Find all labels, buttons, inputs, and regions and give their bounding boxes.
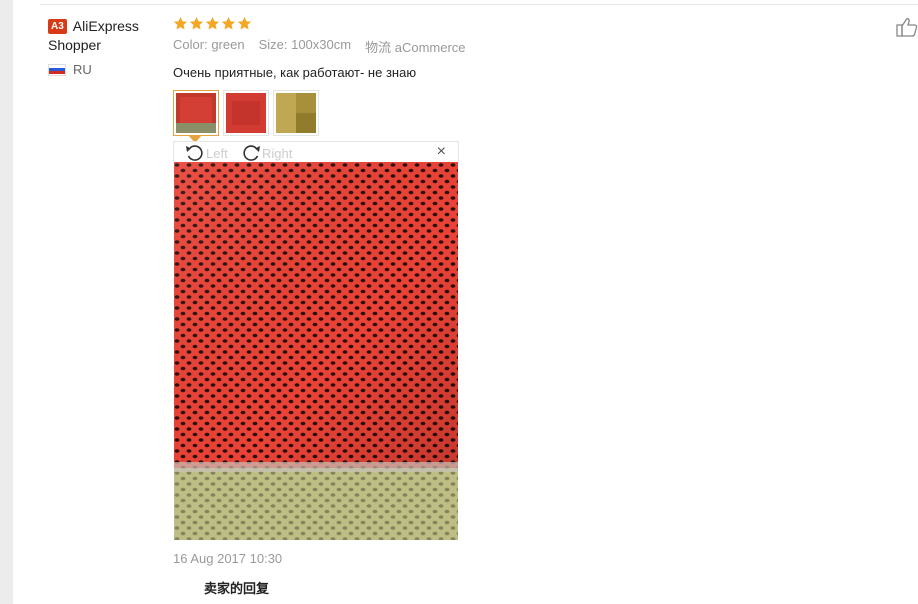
thumbnail-image bbox=[226, 93, 266, 133]
rotate-left-button[interactable]: Left bbox=[184, 143, 228, 163]
thumbnail-image bbox=[276, 93, 316, 133]
star-icon bbox=[221, 16, 236, 30]
image-viewer-toolbar: Left Right × bbox=[173, 141, 459, 162]
photo-thumbnails bbox=[173, 90, 319, 143]
reviewer-name-row: A3 AliExpress Shopper bbox=[48, 17, 168, 55]
rotate-left-label: Left bbox=[206, 145, 228, 161]
attr-logistics: 物流 aCommerce bbox=[365, 37, 465, 56]
attr-key: Color: bbox=[173, 37, 208, 52]
attr-value: aCommerce bbox=[394, 40, 466, 55]
review-photo-large bbox=[174, 162, 458, 540]
mesh-fabric-image bbox=[174, 162, 458, 540]
star-icon bbox=[205, 16, 220, 30]
left-gutter bbox=[0, 0, 13, 604]
rotate-right-button[interactable]: Right bbox=[240, 143, 292, 163]
photo-thumb-1[interactable] bbox=[173, 90, 219, 143]
rotate-right-label: Right bbox=[262, 145, 293, 161]
level-badge: A3 bbox=[48, 19, 67, 34]
reviewer-info: A3 AliExpress Shopper RU bbox=[48, 17, 168, 77]
photo-thumb-3[interactable] bbox=[273, 90, 319, 136]
close-icon[interactable]: × bbox=[437, 144, 446, 160]
review-content: Color: green Size: 100x30cm 物流 aCommerce… bbox=[173, 16, 873, 80]
attr-color: Color: green bbox=[173, 37, 245, 56]
rotate-left-icon bbox=[186, 145, 203, 161]
attr-key: 物流 bbox=[365, 40, 392, 55]
attr-key: Size: bbox=[258, 37, 288, 52]
attr-size: Size: 100x30cm bbox=[259, 37, 352, 56]
thumbnail-image bbox=[176, 93, 216, 133]
divider bbox=[40, 4, 918, 5]
attr-value: green bbox=[211, 37, 245, 52]
star-rating bbox=[173, 16, 873, 31]
star-icon bbox=[173, 16, 188, 30]
review-text: Очень приятные, как работают- не знаю bbox=[173, 65, 417, 80]
review-attributes: Color: green Size: 100x30cm 物流 aCommerce bbox=[173, 37, 873, 56]
rotate-right-icon bbox=[243, 145, 260, 161]
review-timestamp: 16 Aug 2017 10:30 bbox=[173, 551, 283, 566]
reviewer-country: RU bbox=[48, 62, 168, 77]
photo-thumb-2[interactable] bbox=[223, 90, 269, 136]
russia-flag-icon bbox=[48, 63, 66, 76]
thumbs-up-icon[interactable] bbox=[896, 16, 918, 38]
seller-reply-label: 卖家的回复 bbox=[204, 581, 270, 596]
country-code: RU bbox=[73, 62, 92, 77]
star-icon bbox=[189, 16, 204, 30]
attr-value: 100x30cm bbox=[291, 37, 352, 52]
star-icon bbox=[237, 16, 252, 30]
